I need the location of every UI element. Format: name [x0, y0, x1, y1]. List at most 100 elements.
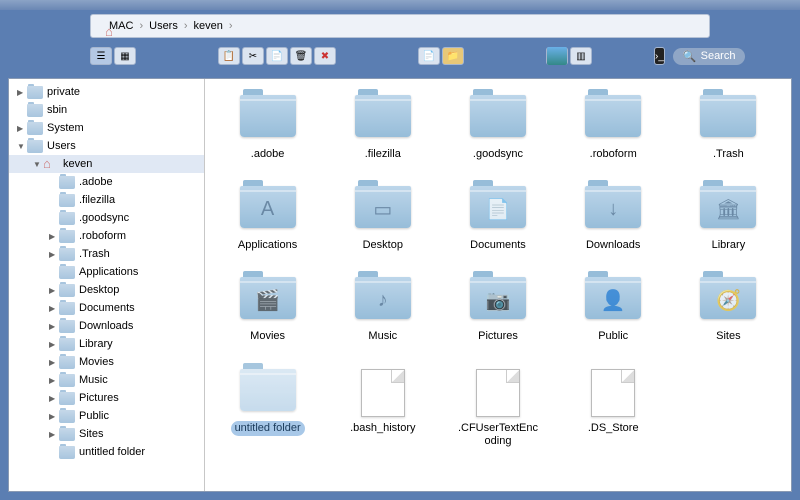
breadcrumb-seg-2[interactable]: keven: [190, 20, 227, 32]
folder-icon: [27, 86, 43, 99]
tree-item-untitled-folder[interactable]: untitled folder: [9, 443, 204, 461]
disclosure-arrow[interactable]: ▶: [49, 376, 59, 385]
grid-item--CFUserTextEncoding[interactable]: .CFUserTextEncoding: [445, 369, 550, 449]
disclosure-arrow[interactable]: ▶: [49, 286, 59, 295]
folder-icon: [59, 356, 75, 369]
tree-item-sbin[interactable]: sbin: [9, 101, 204, 119]
grid-item--bash_history[interactable]: .bash_history: [330, 369, 435, 449]
finder-window: MAC › Users › keven › ☰ ▦ 📋 ✂ 📄 🗑 ✖ 📄 📁: [0, 0, 800, 500]
icon-view[interactable]: .adobe.filezilla.goodsync.roboform .Trash…: [205, 79, 791, 491]
toolbar: ☰ ▦ 📋 ✂ 📄 🗑 ✖ 📄 📁 ▥ ›_ 🔍 Search: [0, 38, 800, 74]
tree-item--roboform[interactable]: ▶.roboform: [9, 227, 204, 245]
grid-item-Desktop[interactable]: ▭Desktop: [330, 186, 435, 253]
tree-item--adobe[interactable]: .adobe: [9, 173, 204, 191]
grid-item-Pictures[interactable]: 📷Pictures: [445, 277, 550, 344]
folder-glyph: 📄: [486, 197, 511, 222]
breadcrumb-seg-1[interactable]: Users: [145, 20, 182, 32]
list-view-button[interactable]: ☰: [90, 47, 112, 65]
disclosure-arrow[interactable]: ▶: [49, 394, 59, 403]
tree-item-Applications[interactable]: Applications: [9, 263, 204, 281]
folder-icon: 🧭: [700, 277, 756, 319]
search-box[interactable]: 🔍 Search: [673, 48, 746, 65]
disclosure-arrow[interactable]: ▶: [49, 340, 59, 349]
breadcrumb-sep: ›: [137, 20, 145, 32]
tree-item--Trash[interactable]: ▶.Trash: [9, 245, 204, 263]
new-folder-button[interactable]: 📁: [442, 47, 464, 65]
folder-icon: A: [240, 186, 296, 228]
grid-item--roboform[interactable]: .roboform: [561, 95, 666, 162]
disclosure-arrow[interactable]: ▼: [17, 142, 27, 151]
grid-item--Trash[interactable]: .Trash: [676, 95, 781, 162]
disclosure-arrow[interactable]: ▼: [33, 160, 43, 169]
grid-item-Public[interactable]: 👤Public: [561, 277, 666, 344]
delete-button[interactable]: ✖: [314, 47, 336, 65]
tree-item-Movies[interactable]: ▶Movies: [9, 353, 204, 371]
folder-icon: [59, 248, 75, 261]
disclosure-arrow[interactable]: ▶: [49, 430, 59, 439]
paste-button[interactable]: 📄: [266, 47, 288, 65]
tree-item-Pictures[interactable]: ▶Pictures: [9, 389, 204, 407]
folder-icon: [59, 410, 75, 423]
disclosure-arrow[interactable]: ▶: [17, 124, 27, 133]
windows-button[interactable]: ▥: [570, 47, 592, 65]
folder-icon: [59, 302, 75, 315]
tree-item-Public[interactable]: ▶Public: [9, 407, 204, 425]
folder-glyph: A: [261, 198, 274, 221]
grid-item-Music[interactable]: ♪Music: [330, 277, 435, 344]
grid-view-button[interactable]: ▦: [114, 47, 136, 65]
grid-item--goodsync[interactable]: .goodsync: [445, 95, 550, 162]
copy-button[interactable]: 📋: [218, 47, 240, 65]
folder-icon: [59, 266, 75, 279]
grid-item-Documents[interactable]: 📄Documents: [445, 186, 550, 253]
breadcrumb-seg-0[interactable]: MAC: [101, 20, 137, 32]
disclosure-arrow[interactable]: ▶: [49, 304, 59, 313]
grid-item-untitled-folder[interactable]: untitled folder: [215, 369, 320, 449]
tree-item--filezilla[interactable]: .filezilla: [9, 191, 204, 209]
grid-item-Library[interactable]: 🏛Library: [676, 186, 781, 253]
disclosure-arrow[interactable]: ▶: [49, 412, 59, 421]
tree-item-private[interactable]: ▶ private: [9, 83, 204, 101]
tree-item-label: untitled folder: [79, 446, 145, 458]
folder-icon: [59, 374, 75, 387]
tree-item-keven[interactable]: ▼keven: [9, 155, 204, 173]
tree-item-Sites[interactable]: ▶Sites: [9, 425, 204, 443]
folder-icon: 👤: [585, 277, 641, 319]
tree-item-Desktop[interactable]: ▶Desktop: [9, 281, 204, 299]
disclosure-arrow[interactable]: ▶: [49, 358, 59, 367]
grid-item--DS_Store[interactable]: .DS_Store: [561, 369, 666, 449]
disclosure-arrow[interactable]: ▶: [17, 88, 27, 97]
content-pane: ▶privatesbin▶System▼Users▼keven.adobe.fi…: [8, 78, 792, 492]
grid-item-Downloads[interactable]: ↓Downloads: [561, 186, 666, 253]
home-icon: [43, 158, 59, 171]
tree-item-System[interactable]: ▶System: [9, 119, 204, 137]
tree-item--goodsync[interactable]: .goodsync: [9, 209, 204, 227]
cut-button[interactable]: ✂: [242, 47, 264, 65]
sidebar-tree[interactable]: ▶ private sbin▶System▼Users▼keven .adobe .fi…: [9, 79, 205, 491]
picture-button[interactable]: [546, 47, 568, 65]
grid-item-Movies[interactable]: 🎬Movies: [215, 277, 320, 344]
grid-item-label: .Trash: [709, 147, 748, 162]
breadcrumb: MAC › Users › keven ›: [90, 14, 710, 38]
disclosure-arrow[interactable]: ▶: [49, 250, 59, 259]
disclosure-arrow[interactable]: ▶: [49, 322, 59, 331]
disclosure-arrow[interactable]: ▶: [49, 232, 59, 241]
titlebar[interactable]: [0, 0, 800, 10]
grid-item--filezilla[interactable]: .filezilla: [330, 95, 435, 162]
grid-item-Applications[interactable]: AApplications: [215, 186, 320, 253]
grid-item-Sites[interactable]: 🧭Sites: [676, 277, 781, 344]
tree-item-label: private: [47, 86, 80, 98]
tree-item-Downloads[interactable]: ▶Downloads: [9, 317, 204, 335]
tree-item-Music[interactable]: ▶Music: [9, 371, 204, 389]
terminal-button[interactable]: ›_: [654, 47, 665, 65]
grid-item--adobe[interactable]: .adobe: [215, 95, 320, 162]
tree-item-label: .adobe: [79, 176, 113, 188]
tree-item-Users[interactable]: ▼Users: [9, 137, 204, 155]
tree-item-label: Library: [79, 338, 113, 350]
search-icon: 🔍: [683, 50, 697, 63]
new-file-button[interactable]: 📄: [418, 47, 440, 65]
tree-item-Documents[interactable]: ▶Documents: [9, 299, 204, 317]
tree-item-Library[interactable]: ▶ Library: [9, 335, 204, 353]
folder-icon: [59, 212, 75, 225]
tree-item-label: Applications: [79, 266, 138, 278]
trash-button[interactable]: 🗑: [290, 47, 312, 65]
